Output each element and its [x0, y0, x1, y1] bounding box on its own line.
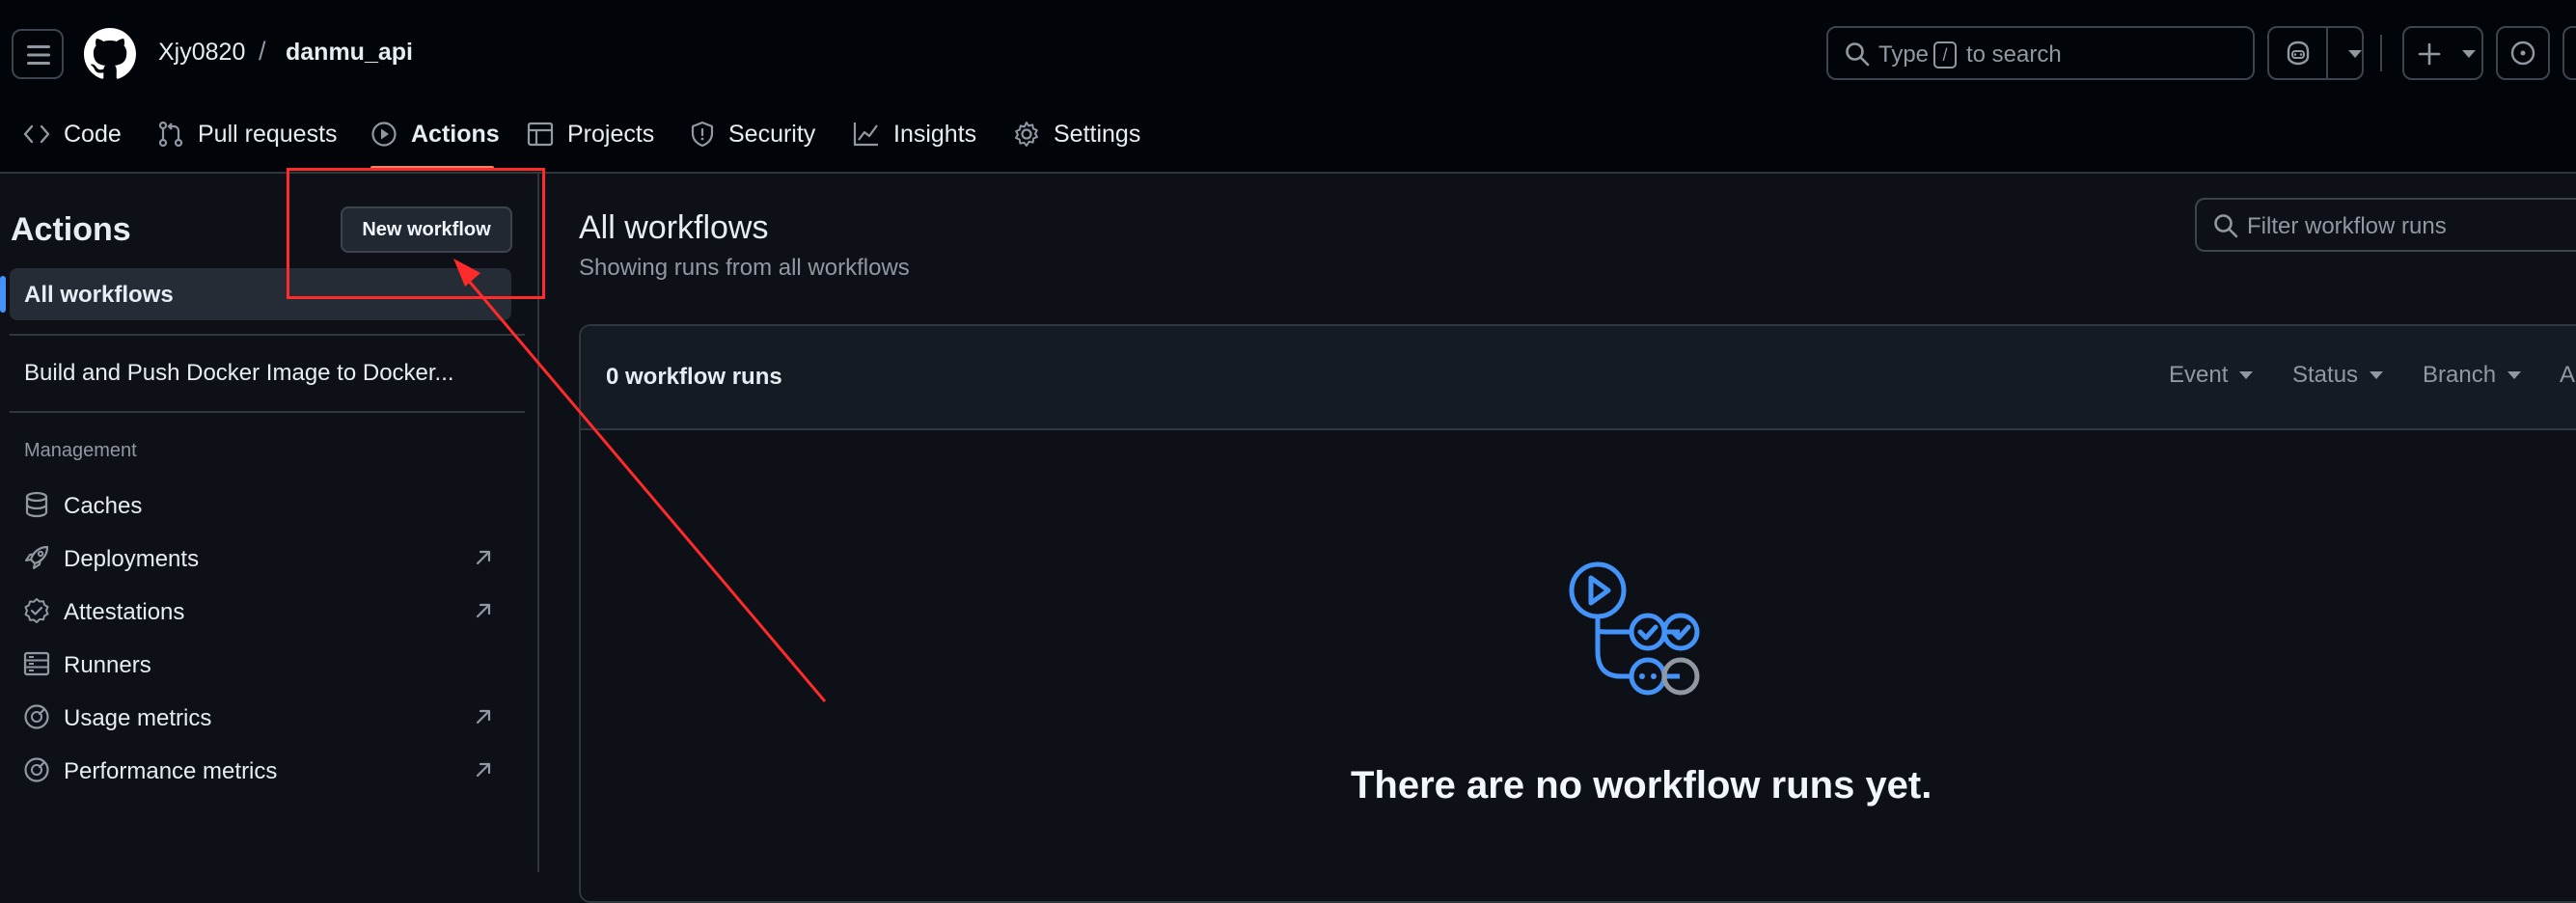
chevron-down-icon	[2370, 371, 2384, 379]
sidebar-item-caches[interactable]: Caches	[64, 493, 142, 520]
sidebar-item-attestations[interactable]: Attestations	[64, 599, 184, 626]
tab-actions[interactable]: Actions	[370, 114, 500, 154]
status-filter[interactable]: Status	[2292, 362, 2384, 389]
table-icon	[527, 122, 554, 147]
tab-insights-label: Insights	[893, 120, 977, 148]
actor-filter[interactable]: A	[2560, 362, 2575, 389]
runs-count: 0 workflow runs	[606, 364, 782, 390]
plus-icon	[2418, 42, 2441, 66]
sidebar-item-deployments[interactable]: Deployments	[64, 546, 199, 573]
tab-code[interactable]: Code	[23, 114, 122, 154]
copilot-icon	[2287, 41, 2310, 66]
empty-state-message: There are no workflow runs yet.	[1351, 764, 1932, 807]
rocket-icon	[25, 545, 49, 569]
filter-placeholder: Filter workflow runs	[2247, 213, 2447, 239]
status-filter-label: Status	[2292, 362, 2359, 388]
arrow-up-right-icon	[476, 709, 491, 725]
search-placeholder: Type	[1878, 41, 1930, 68]
filter-workflow-runs-input[interactable]: Filter workflow runs	[2195, 198, 2576, 252]
search-shortcut-key: /	[1933, 41, 1957, 68]
verified-icon	[24, 598, 49, 623]
graph-icon	[853, 123, 878, 147]
tab-pull-requests[interactable]: Pull requests	[157, 114, 338, 154]
sidebar-item-runners[interactable]: Runners	[64, 652, 151, 679]
owner-link[interactable]: Xjy0820	[158, 39, 245, 67]
sidebar-item-workflow[interactable]: Build and Push Docker Image to Docker...	[24, 360, 454, 387]
tab-pull-requests-label: Pull requests	[198, 120, 338, 148]
copilot-button[interactable]	[2267, 26, 2364, 80]
meter-icon	[24, 757, 49, 782]
branch-filter-label: Branch	[2423, 362, 2497, 388]
menu-button[interactable]	[12, 29, 64, 79]
sidebar-separator	[10, 411, 525, 413]
issue-opened-icon	[2510, 41, 2535, 66]
highlight-box	[287, 168, 545, 299]
arrow-up-right-icon	[476, 762, 491, 778]
sidebar-separator	[10, 334, 525, 336]
active-indicator	[0, 276, 6, 313]
branch-filter[interactable]: Branch	[2423, 362, 2522, 389]
issues-button[interactable]	[2496, 26, 2550, 80]
workflow-runs-header	[581, 326, 2576, 430]
create-new-button[interactable]	[2402, 26, 2483, 80]
search-icon	[2214, 214, 2238, 238]
event-filter[interactable]: Event	[2169, 362, 2254, 389]
copilot-divider	[2326, 28, 2328, 78]
tab-security-label: Security	[728, 120, 816, 148]
tab-settings[interactable]: Settings	[1013, 114, 1140, 154]
arrow-up-right-icon	[476, 550, 491, 565]
tab-projects[interactable]: Projects	[527, 114, 654, 154]
actor-filter-label: A	[2560, 362, 2576, 388]
tab-projects-label: Projects	[567, 120, 655, 148]
github-logo-icon[interactable]	[84, 28, 136, 80]
search-placeholder-suffix: to search	[1966, 41, 2062, 68]
page-title: All workflows	[579, 209, 769, 246]
breadcrumb-separator: /	[259, 37, 266, 66]
chevron-down-icon[interactable]	[2348, 50, 2362, 58]
sidebar-item-performance-metrics[interactable]: Performance metrics	[64, 758, 277, 785]
all-workflows-label: All workflows	[24, 282, 174, 308]
event-filter-label: Event	[2169, 362, 2229, 388]
management-heading: Management	[24, 440, 137, 461]
tab-insights[interactable]: Insights	[853, 114, 976, 154]
gear-icon	[1015, 122, 1038, 147]
repo-link[interactable]: danmu_api	[286, 39, 413, 67]
workflow-empty-state-icon	[1569, 561, 1700, 696]
shield-icon	[691, 121, 714, 148]
code-icon	[23, 124, 50, 144]
page-subtitle: Showing runs from all workflows	[579, 255, 910, 281]
tab-actions-label: Actions	[411, 120, 500, 148]
server-icon	[23, 651, 50, 676]
sidebar-title: Actions	[11, 211, 131, 248]
tab-security[interactable]: Security	[690, 114, 815, 154]
hamburger-icon	[27, 45, 50, 65]
tab-code-label: Code	[64, 120, 122, 148]
search-input[interactable]: Type / to search	[1826, 26, 2255, 80]
pull-requests-button[interactable]	[2562, 26, 2576, 80]
header-divider	[2380, 35, 2382, 71]
play-icon	[371, 122, 397, 147]
database-icon	[25, 491, 48, 518]
meter-icon	[24, 704, 49, 729]
chevron-down-icon	[2507, 371, 2522, 379]
search-icon	[1846, 42, 1870, 67]
arrow-up-right-icon	[476, 603, 491, 618]
chevron-down-icon	[2239, 371, 2254, 379]
git-pull-request-icon	[158, 121, 183, 148]
tab-settings-label: Settings	[1054, 120, 1141, 148]
sidebar-item-usage-metrics[interactable]: Usage metrics	[64, 705, 211, 732]
chevron-down-icon	[2462, 50, 2476, 58]
